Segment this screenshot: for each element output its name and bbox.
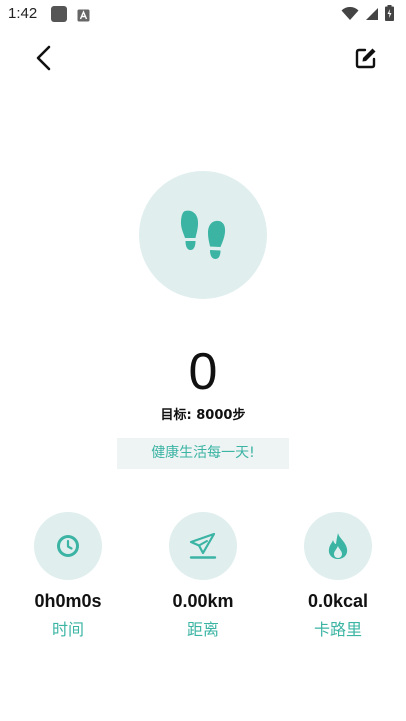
paper-plane-icon <box>189 532 217 559</box>
stat-calories-label: 卡路里 <box>313 620 362 639</box>
footprints-icon <box>180 210 226 259</box>
motto-banner: 健康生活每一天! <box>117 438 289 469</box>
chevron-left-icon <box>36 45 51 71</box>
step-goal: 目标: 8000步 <box>160 408 246 423</box>
back-button[interactable] <box>26 40 62 76</box>
edit-icon <box>355 48 376 69</box>
stat-calories-value: 0.0kcal <box>307 591 369 611</box>
wifi-icon <box>341 6 359 25</box>
battery-icon <box>385 5 394 25</box>
status-time: 1:42 <box>8 5 38 22</box>
stat-distance: 0.00km 距离 <box>133 512 273 641</box>
stat-distance-circle <box>169 512 237 580</box>
signal-icon <box>365 6 379 25</box>
edit-button[interactable] <box>348 40 384 76</box>
stat-distance-value: 0.00km <box>172 591 234 611</box>
a-icon <box>77 7 90 22</box>
stat-calories-circle <box>304 512 372 580</box>
status-bar: 1:42 <box>0 0 406 28</box>
stat-calories: 0.0kcal 卡路里 <box>268 512 406 641</box>
stat-time-label: 时间 <box>51 620 84 639</box>
stat-distance-label: 距离 <box>186 620 219 639</box>
clock-icon <box>57 535 79 557</box>
notification-square-icon <box>51 6 67 22</box>
stat-time-circle <box>34 512 102 580</box>
stat-time-value: 0h0m0s <box>34 591 102 611</box>
flame-icon <box>328 533 348 559</box>
footprints-circle <box>139 171 267 299</box>
top-bar <box>0 36 406 80</box>
stat-time: 0h0m0s 时间 <box>0 512 138 641</box>
step-count: 0 <box>188 343 218 401</box>
